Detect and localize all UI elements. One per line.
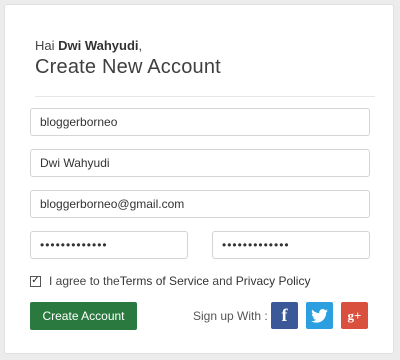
full-name-field[interactable]: Dwi Wahyudi [30,149,370,177]
divider [35,96,375,97]
greeting: Hai Dwi Wahyudi, [35,38,142,53]
page-title: Create New Account [35,56,221,78]
agree-and-text: and [209,274,236,288]
facebook-icon[interactable]: f [271,302,298,329]
twitter-bird-icon [311,308,328,323]
password-field[interactable]: ••••••••••••• [30,231,188,259]
username-field[interactable]: bloggerborneo [30,108,370,136]
twitter-icon[interactable] [306,302,333,329]
agree-checkbox[interactable]: ✓ [30,275,41,287]
google-plus-icon[interactable]: g+ [341,302,368,329]
agree-text-prefix: I agree to the [49,274,120,288]
email-field[interactable]: bloggerborneo@gmail.com [30,190,370,218]
confirm-password-field[interactable]: ••••••••••••• [212,231,370,259]
terms-agreement: ✓ I agree to the Terms of Service and Pr… [30,274,310,288]
privacy-policy-link[interactable]: Privacy Policy [236,274,311,288]
user-name: Dwi Wahyudi [58,38,139,53]
greeting-prefix: Hai [35,38,59,53]
terms-of-service-link[interactable]: Terms of Service [120,274,209,288]
create-account-button[interactable]: Create Account [30,302,137,330]
signup-with-label: Sign up With : [193,309,268,323]
greeting-suffix: , [138,38,143,53]
